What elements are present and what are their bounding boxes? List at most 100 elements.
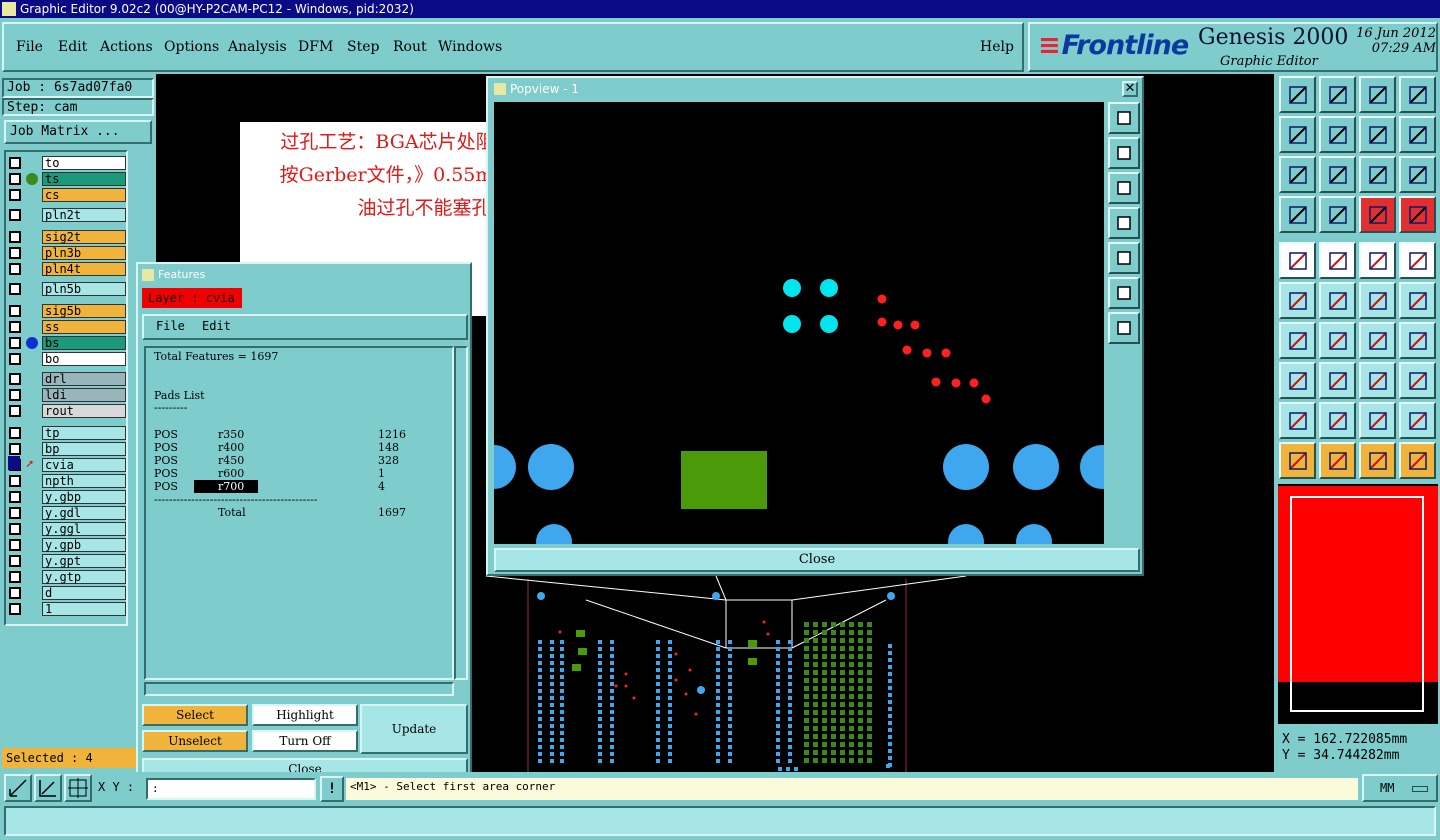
layer-checkbox[interactable] [9,507,21,519]
features-menu-edit[interactable]: Edit [202,319,231,333]
pad-row[interactable]: POS r400 148 [154,441,434,454]
layer-row[interactable]: drl [6,372,126,386]
pad-icon[interactable] [1279,362,1316,399]
layer-checkbox[interactable] [9,283,21,295]
pan-right-icon[interactable] [1108,242,1140,274]
split-view-icon[interactable] [1399,76,1436,113]
layer-row[interactable]: npth [6,474,126,488]
menu-dfm[interactable]: DFM [298,39,333,55]
layer-name[interactable]: drl [42,372,126,386]
menu-step[interactable]: Step [347,39,379,55]
layer-row[interactable]: ldi [6,388,126,402]
layer-name[interactable]: cs [42,188,126,202]
layer-name[interactable]: ldi [42,388,126,402]
turn-off-button[interactable]: Turn Off [252,730,358,752]
measure-red-icon[interactable] [1319,242,1356,279]
layer-checkbox[interactable] [9,305,21,317]
layer-row[interactable]: y.gpb [6,538,126,552]
layer-checkbox[interactable] [9,475,21,487]
layer-row[interactable]: sig5b [6,304,126,318]
layer-row[interactable]: bs [6,336,126,350]
net-icon[interactable] [1399,442,1436,479]
layer-name[interactable]: ss [42,320,126,334]
zoom-reset-icon[interactable] [1108,312,1140,344]
layer-name[interactable]: pln4t [42,262,126,276]
snap-active-icon[interactable] [1399,196,1436,233]
help-icon[interactable] [1399,156,1436,193]
layer-name[interactable]: pln3b [42,246,126,260]
unselect-button[interactable]: Unselect [142,730,248,752]
layer-name[interactable]: sig5b [42,304,126,318]
grid-icon[interactable] [1319,196,1356,233]
layer-name[interactable]: d [42,586,126,600]
menu-file[interactable]: File [16,39,43,55]
popview-canvas[interactable] [494,102,1104,544]
flip-icon[interactable] [1359,116,1396,153]
layer-checkbox[interactable] [9,157,21,169]
layer-row[interactable]: bo [6,352,126,366]
layer-name[interactable]: pln2t [42,208,126,222]
pad-row[interactable]: POS r600 1 [154,467,434,480]
center-icon[interactable] [1319,156,1356,193]
layer-checkbox[interactable] [9,353,21,365]
menu-edit[interactable]: Edit [58,39,87,55]
layer-row[interactable]: pln4t [6,262,126,276]
layer-checkbox[interactable] [9,263,21,275]
layer-row[interactable]: y.gdl [6,506,126,520]
ruler-icon[interactable] [1359,242,1396,279]
command-line-field[interactable] [4,806,1436,836]
menu-analysis[interactable]: Analysis [228,39,287,55]
layer-row[interactable]: sig2t [6,230,126,244]
layer-row[interactable]: pln5b [6,282,126,296]
layer-name[interactable]: y.gpb [42,538,126,552]
grid-snap-icon[interactable] [64,774,92,802]
cursor-icon[interactable] [1279,442,1316,479]
select-button[interactable]: Select [142,704,248,726]
layer-checkbox[interactable] [9,539,21,551]
angle-icon[interactable] [1279,322,1316,359]
menu-help[interactable]: Help [980,39,1014,55]
pad-row[interactable]: POS r450 328 [154,454,434,467]
rotate-icon[interactable] [1359,322,1396,359]
slice-icon[interactable] [1399,402,1436,439]
layer-name[interactable]: bo [42,352,126,366]
zoom-out-icon[interactable] [1108,172,1140,204]
zoom-home-icon[interactable] [1108,277,1140,309]
zoom-in-icon[interactable] [1108,137,1140,169]
scale-icon[interactable] [1359,156,1396,193]
zoom-top-icon[interactable] [1279,76,1316,113]
layer-checkbox[interactable] [9,337,21,349]
layer-name[interactable]: npth [42,474,126,488]
layer-checkbox[interactable] [9,603,21,615]
layer-checkbox[interactable] [9,321,21,333]
layer-name[interactable]: 1 [42,602,126,616]
layer-name[interactable]: ts [42,172,126,186]
layer-name[interactable]: y.gbp [42,490,126,504]
stretch-icon[interactable] [1319,362,1356,399]
cut-icon[interactable] [1279,196,1316,233]
fit-icon[interactable] [1279,156,1316,193]
route-icon[interactable] [1399,116,1436,153]
layer-row[interactable]: y.ggl [6,522,126,536]
copy-icon[interactable] [1399,282,1436,319]
layer-checkbox[interactable] [9,247,21,259]
layer-row[interactable]: tp [6,426,126,440]
layer-row[interactable]: rout [6,404,126,418]
zoom-page-icon[interactable] [1319,76,1356,113]
popview-close-button[interactable]: Close [494,548,1140,572]
pointer-select-icon[interactable] [1279,242,1316,279]
cursor-select-icon[interactable] [1359,442,1396,479]
snap-icon[interactable] [1359,196,1396,233]
layer-name[interactable]: y.gpt [42,554,126,568]
circle-select-icon[interactable] [1399,242,1436,279]
layer-name[interactable]: tp [42,426,126,440]
layer-name[interactable]: pln5b [42,282,126,296]
layer-row[interactable]: to [6,156,126,170]
menu-actions[interactable]: Actions [100,39,153,55]
units-select[interactable]: MM [1362,774,1438,802]
layer-name[interactable]: rout [42,404,126,418]
pad-row[interactable]: POS r350 1216 [154,428,434,441]
flip-text-icon[interactable] [1399,322,1436,359]
highlight-button[interactable]: Highlight [252,704,358,726]
close-icon[interactable]: ✕ [1122,81,1138,97]
